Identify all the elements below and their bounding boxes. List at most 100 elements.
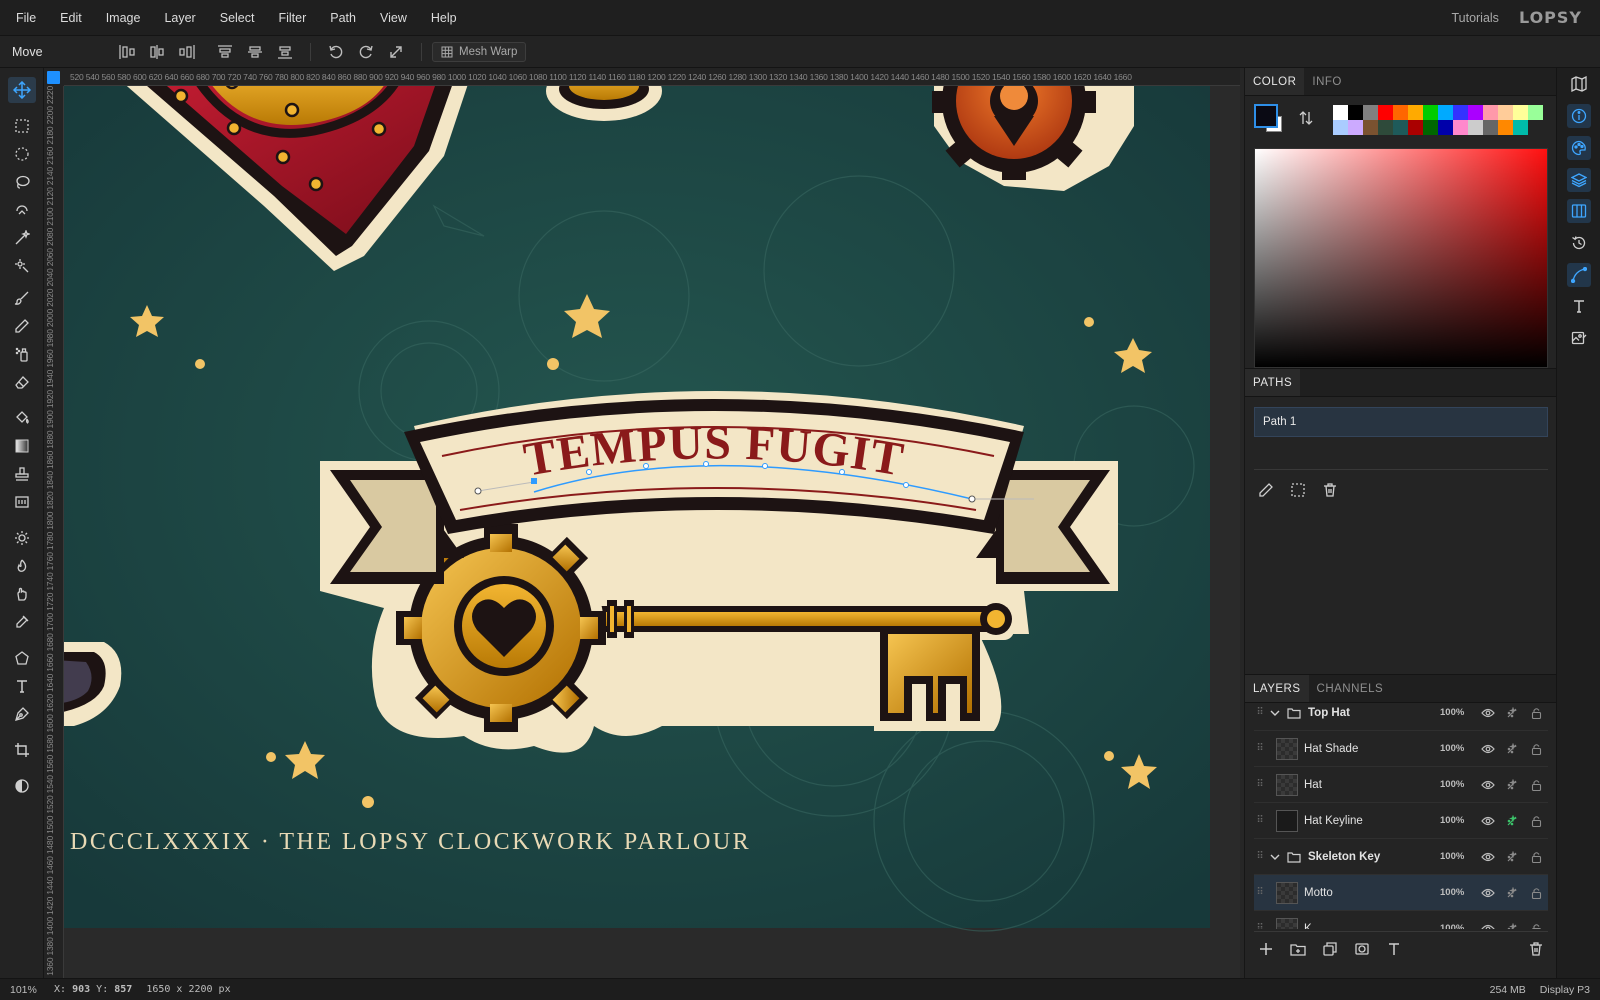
tab-channels[interactable]: CHANNELS (1309, 675, 1392, 702)
path-item-path-1[interactable]: Path 1 (1254, 407, 1548, 437)
lock-icon[interactable] (1524, 851, 1548, 863)
effects-icon[interactable] (1500, 742, 1524, 755)
color-swatch[interactable] (1468, 105, 1483, 120)
layer-opacity[interactable]: 100% (1440, 779, 1476, 790)
canvas-viewport[interactable]: TEMPUS FUGIT DCCCLXXXIX · THE LOPSY CLOC… (64, 86, 1240, 978)
layer-opacity[interactable]: 100% (1440, 707, 1476, 718)
drag-handle-icon[interactable]: ⠿ (1254, 923, 1266, 929)
text-icon[interactable] (1567, 294, 1591, 318)
crop-icon[interactable] (8, 737, 36, 763)
lock-icon[interactable] (1524, 923, 1548, 929)
eye-icon[interactable] (1476, 924, 1500, 929)
align-top-icon[interactable] (212, 40, 238, 64)
color-swatch[interactable] (1483, 105, 1498, 120)
color-profile[interactable]: Display P3 (1540, 984, 1600, 996)
path-icon[interactable] (1567, 263, 1591, 287)
color-swatch[interactable] (1483, 120, 1498, 135)
eye-icon[interactable] (1476, 780, 1500, 790)
drag-handle-icon[interactable]: ⠿ (1254, 743, 1266, 754)
text-icon[interactable] (8, 673, 36, 699)
artwork[interactable]: TEMPUS FUGIT DCCCLXXXIX · THE LOPSY CLOC… (64, 86, 1240, 978)
color-swatch[interactable] (1348, 120, 1363, 135)
color-swatch[interactable] (1423, 120, 1438, 135)
swap-colors-icon[interactable] (1298, 110, 1314, 126)
quick-select-icon[interactable] (8, 253, 36, 279)
menu-edit[interactable]: Edit (48, 11, 94, 25)
color-swatch[interactable] (1378, 120, 1393, 135)
menu-filter[interactable]: Filter (266, 11, 318, 25)
lock-icon[interactable] (1524, 887, 1548, 899)
drag-handle-icon[interactable]: ⠿ (1254, 707, 1266, 718)
color-swatch[interactable] (1378, 105, 1393, 120)
eraser-icon[interactable] (8, 369, 36, 395)
path-to-selection-icon[interactable] (1286, 478, 1310, 502)
layers-icon[interactable] (1567, 168, 1591, 192)
effects-icon[interactable] (1500, 814, 1524, 827)
effects-icon[interactable] (1500, 850, 1524, 863)
eye-icon[interactable] (1476, 708, 1500, 718)
color-swatch[interactable] (1363, 105, 1378, 120)
contrast-icon[interactable] (8, 773, 36, 799)
color-swatch[interactable] (1498, 120, 1513, 135)
layer-opacity[interactable]: 100% (1440, 815, 1476, 826)
color-swatch[interactable] (1453, 105, 1468, 120)
tempus-fugit-sticker[interactable]: TEMPUS FUGIT (320, 391, 1118, 753)
drag-handle-icon[interactable]: ⠿ (1254, 887, 1266, 898)
color-swatch[interactable] (1363, 120, 1378, 135)
layer-row[interactable]: ⠿ Hat 100% (1254, 767, 1548, 803)
menu-view[interactable]: View (368, 11, 419, 25)
gradient-icon[interactable] (8, 433, 36, 459)
layer-opacity[interactable]: 100% (1440, 851, 1476, 862)
rotate-cw-icon[interactable] (353, 40, 379, 64)
magic-wand-icon[interactable] (8, 225, 36, 251)
image-edit-icon[interactable] (1567, 326, 1591, 350)
info-icon[interactable] (1567, 104, 1591, 128)
text-layer-icon[interactable] (1382, 937, 1406, 961)
palette-icon[interactable] (1567, 136, 1591, 160)
color-swatch[interactable] (1408, 120, 1423, 135)
eye-icon[interactable] (1476, 852, 1500, 862)
effects-icon[interactable] (1500, 706, 1524, 719)
tab-info[interactable]: INFO (1304, 68, 1349, 95)
pen-icon[interactable] (8, 701, 36, 727)
lock-icon[interactable] (1524, 743, 1548, 755)
layer-row[interactable]: ⠿ Motto 100% (1254, 875, 1548, 911)
rect-select-icon[interactable] (8, 113, 36, 139)
effects-icon[interactable] (1500, 778, 1524, 791)
layer-row[interactable]: ⠿ Hat Keyline 100% (1254, 803, 1548, 839)
effects-icon[interactable] (1500, 886, 1524, 899)
color-swatch[interactable] (1423, 105, 1438, 120)
menu-select[interactable]: Select (208, 11, 267, 25)
tutorials-link[interactable]: Tutorials (1451, 11, 1498, 25)
color-swatch[interactable] (1468, 120, 1483, 135)
lock-icon[interactable] (1524, 815, 1548, 827)
layer-opacity[interactable]: 100% (1440, 923, 1476, 929)
color-swatch[interactable] (1498, 105, 1513, 120)
color-swatch[interactable] (1333, 120, 1348, 135)
color-swatch[interactable] (1513, 105, 1528, 120)
layer-row[interactable]: ⠿ K... 100% (1254, 911, 1548, 929)
expand-icon[interactable] (383, 40, 409, 64)
mask-icon[interactable] (1350, 937, 1374, 961)
color-picker-field[interactable] (1254, 148, 1548, 368)
color-swatch[interactable] (1513, 120, 1528, 135)
color-swatch[interactable] (1348, 105, 1363, 120)
ellipse-select-icon[interactable] (8, 141, 36, 167)
align-left-icon[interactable] (114, 40, 140, 64)
edit-path-icon[interactable] (1254, 478, 1278, 502)
dodge-icon[interactable] (8, 525, 36, 551)
foreground-color-swatch[interactable] (1254, 104, 1278, 128)
rotate-ccw-icon[interactable] (323, 40, 349, 64)
spray-icon[interactable] (8, 341, 36, 367)
pencil-icon[interactable] (8, 313, 36, 339)
pattern-icon[interactable] (8, 489, 36, 515)
layer-row[interactable]: ⠿ Hat Shade 100% (1254, 731, 1548, 767)
lock-icon[interactable] (1524, 779, 1548, 791)
color-swatch[interactable] (1438, 120, 1453, 135)
history-icon[interactable] (1567, 231, 1591, 255)
tab-paths[interactable]: PATHS (1245, 369, 1301, 396)
shape-icon[interactable] (8, 645, 36, 671)
menu-layer[interactable]: Layer (152, 11, 207, 25)
layer-opacity[interactable]: 100% (1440, 887, 1476, 898)
eye-icon[interactable] (1476, 816, 1500, 826)
